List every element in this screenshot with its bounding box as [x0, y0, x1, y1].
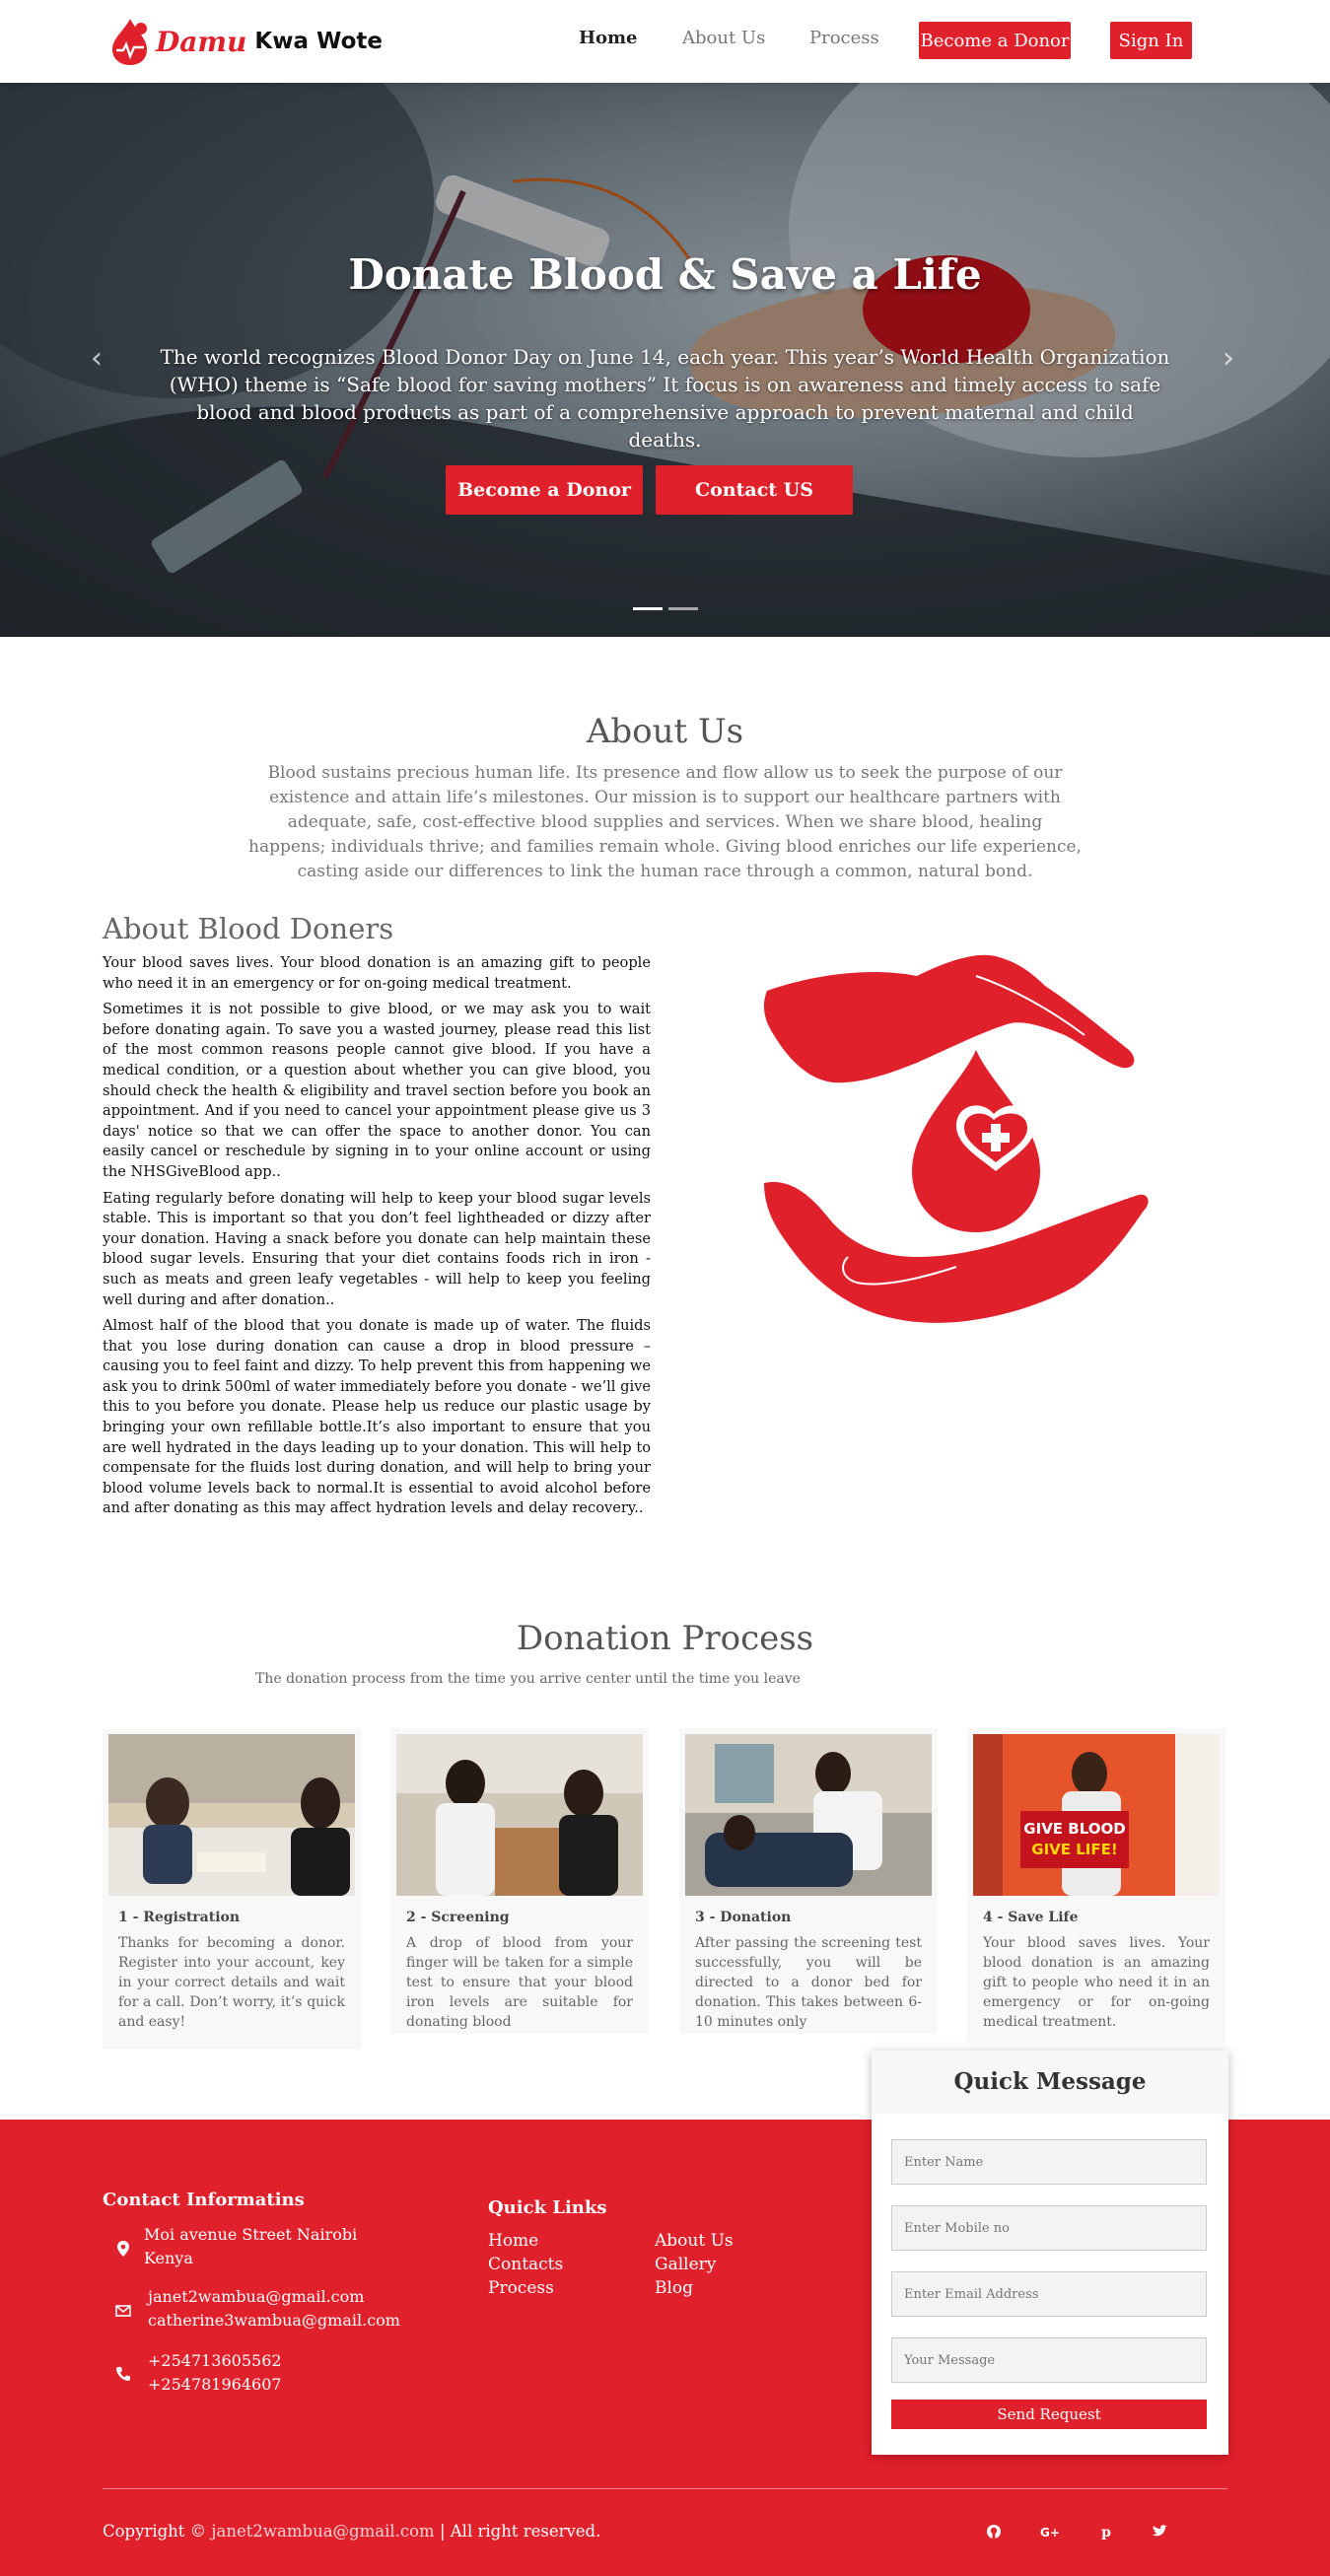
brand-name-rest: Kwa Wote: [254, 29, 383, 54]
carousel-indicator-2[interactable]: [668, 607, 698, 610]
send-request-button[interactable]: Send Request: [891, 2400, 1207, 2429]
nav-home[interactable]: Home: [579, 28, 638, 48]
blood-doners-content: Your blood saves lives. Your blood donat…: [103, 953, 651, 1525]
step-4-head: 4 - Save Life: [983, 1910, 1079, 1925]
copyright-prefix: Copyright ©: [103, 2522, 207, 2541]
process-subtitle: The donation process from the time you a…: [255, 1671, 801, 1687]
quick-links-heading: Quick Links: [488, 2197, 607, 2218]
donors-paragraph-2: Sometimes it is not possible to give blo…: [103, 1001, 651, 1180]
process-card-save-life: GIVE BLOOD GIVE LIFE! 4 - Save Life Your…: [967, 1728, 1225, 2044]
donors-paragraph-3: Eating regularly before donating will he…: [103, 1189, 651, 1308]
nav-about[interactable]: About Us: [682, 28, 765, 48]
donors-paragraph-1: Your blood saves lives. Your blood donat…: [103, 954, 651, 992]
envelope-icon: [115, 2305, 131, 2317]
message-input[interactable]: [891, 2337, 1207, 2383]
step-2-body: A drop of blood from your finger will be…: [406, 1935, 633, 2030]
step-1-body: Thanks for becoming a donor. Register in…: [118, 1935, 345, 2030]
blood-drop-logo-icon: [112, 19, 147, 65]
pinterest-icon[interactable]: p: [1096, 2522, 1116, 2541]
donors-paragraph-4: Almost half of the blood that you donate…: [103, 1317, 652, 1517]
quick-message-form: Quick Message Send Request: [872, 2051, 1228, 2455]
footer-link-gallery[interactable]: Gallery: [655, 2255, 716, 2274]
become-donor-nav-button[interactable]: Become a Donor: [919, 22, 1071, 59]
address-line-1: Moi avenue Street Nairobi: [144, 2225, 358, 2244]
address-line-2: Kenya: [144, 2249, 193, 2267]
registration-photo: [108, 1734, 355, 1896]
hero-carousel: ‹ › Donate Blood & Save a Life The world…: [0, 83, 1330, 637]
navbar: Damu Kwa Wote Home About Us Process Beco…: [0, 0, 1330, 83]
footer-link-blog[interactable]: Blog: [655, 2278, 693, 2298]
process-title: Donation Process: [516, 1619, 814, 1658]
donation-photo: [685, 1734, 932, 1896]
screening-photo: [396, 1734, 643, 1896]
svg-text:p: p: [1101, 2525, 1111, 2541]
hands-blood-drop-illustration: [763, 954, 1149, 1323]
carousel-indicator-1[interactable]: [633, 607, 663, 610]
process-card-screening: 2 - Screening A drop of blood from your …: [390, 1728, 649, 2034]
contact-info-heading: Contact Informatins: [103, 2190, 305, 2210]
blood-doners-title: About Blood Doners: [103, 912, 394, 945]
footer-link-process[interactable]: Process: [488, 2278, 554, 2298]
nav-process[interactable]: Process: [809, 28, 879, 48]
phone-2[interactable]: +254781964607: [148, 2373, 282, 2397]
hero-title: Donate Blood & Save a Life: [348, 250, 982, 299]
name-input[interactable]: [891, 2139, 1207, 2185]
phone-icon: [116, 2367, 130, 2381]
step-2-head: 2 - Screening: [406, 1910, 510, 1925]
email-input[interactable]: [891, 2271, 1207, 2317]
brand-name-damu: Damu: [156, 25, 247, 58]
process-card-donation: 3 - Donation After passing the screening…: [679, 1728, 938, 2034]
email-2[interactable]: catherine3wambua@gmail.com: [148, 2309, 400, 2332]
copyright-email-link[interactable]: janet2wambua@gmail.com: [211, 2522, 434, 2541]
github-icon[interactable]: [984, 2522, 1004, 2541]
save-life-photo: GIVE BLOOD GIVE LIFE!: [973, 1734, 1220, 1896]
step-4-body: Your blood saves lives. Your blood donat…: [983, 1935, 1210, 2030]
map-marker-icon: [117, 2241, 129, 2257]
about-text: Blood sustains precious human life. Its …: [248, 763, 1082, 881]
twitter-icon[interactable]: [1150, 2522, 1169, 2541]
mobile-input[interactable]: [891, 2205, 1207, 2251]
hero-text: The world recognizes Blood Donor Day on …: [160, 345, 1170, 452]
sign-text-2: GIVE LIFE!: [1031, 1841, 1117, 1858]
svg-text:G+: G+: [1040, 2526, 1060, 2540]
copyright-suffix: | All right reserved.: [439, 2522, 601, 2541]
process-card-registration: 1 - Registration Thanks for becoming a d…: [103, 1728, 361, 2050]
hero-contact-button[interactable]: Contact US: [656, 465, 853, 515]
footer-link-about[interactable]: About Us: [655, 2231, 734, 2251]
step-3-body: After passing the screening test success…: [695, 1935, 922, 2030]
brand-logo-link[interactable]: Damu Kwa Wote: [106, 16, 383, 67]
hero-become-donor-button[interactable]: Become a Donor: [446, 465, 643, 515]
copyright: Copyright © janet2wambua@gmail.com | All…: [103, 2520, 600, 2543]
phone-1[interactable]: +254713605562: [148, 2349, 282, 2373]
footer-link-home[interactable]: Home: [488, 2231, 538, 2251]
step-1-head: 1 - Registration: [118, 1910, 241, 1925]
quick-message-title: Quick Message: [872, 2051, 1228, 2114]
sign-text-1: GIVE BLOOD: [1023, 1820, 1125, 1838]
google-plus-icon[interactable]: G+: [1040, 2522, 1060, 2541]
about-title: About Us: [586, 712, 744, 751]
sign-in-button[interactable]: Sign In: [1110, 22, 1192, 59]
footer-link-contacts[interactable]: Contacts: [488, 2255, 563, 2274]
step-3-head: 3 - Donation: [695, 1910, 792, 1925]
carousel-prev-arrow-icon[interactable]: ‹: [91, 341, 103, 376]
email-1[interactable]: janet2wambua@gmail.com: [148, 2285, 364, 2309]
footer-divider: [103, 2488, 1227, 2489]
carousel-next-arrow-icon[interactable]: ›: [1223, 341, 1234, 376]
